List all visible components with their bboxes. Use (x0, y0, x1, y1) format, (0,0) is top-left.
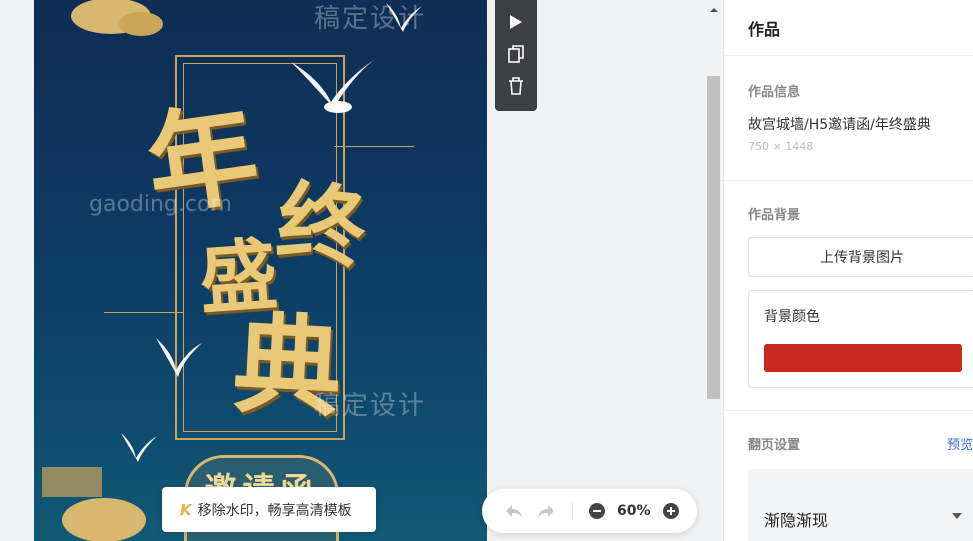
crane-icon (156, 338, 202, 377)
divider (572, 502, 573, 520)
play-icon (510, 15, 522, 29)
vertical-scrollbar[interactable] (707, 76, 720, 399)
trash-icon (509, 77, 523, 95)
zoom-level: 60% (617, 503, 651, 519)
minus-circle-icon (589, 503, 605, 519)
element-toolbar (495, 0, 537, 111)
remove-watermark-button[interactable]: K 移除水印，畅享高清模板 (162, 487, 376, 532)
upload-background-button[interactable]: 上传背景图片 (748, 237, 973, 277)
flip-effect-select[interactable]: 渐隐渐现 (748, 469, 973, 541)
gaoding-logo-icon: K (180, 500, 192, 519)
section-title: 翻页设置 (748, 438, 801, 453)
panel-title: 作品 (724, 0, 973, 56)
cloud-decoration-icon (71, 0, 163, 36)
background-color-label: 背景颜色 (764, 309, 820, 325)
remove-watermark-label: 移除水印，畅享高清模板 (197, 502, 352, 519)
properties-panel: 作品 作品信息 故宫城墙/H5邀请函/年终盛典 750 × 1448 作品背景 … (723, 0, 973, 541)
play-button[interactable] (501, 6, 531, 38)
delete-button[interactable] (501, 70, 531, 102)
work-info-section: 作品信息 故宫城墙/H5邀请函/年终盛典 750 × 1448 (724, 56, 973, 181)
work-name: 故宫城墙/H5邀请函/年终盛典 (748, 117, 931, 133)
zoom-in-button[interactable] (662, 503, 679, 519)
section-title: 作品背景 (748, 208, 801, 223)
background-color-box: 背景颜色 (748, 290, 973, 388)
copy-icon (508, 45, 524, 63)
caret-down-icon (952, 513, 962, 519)
crane-icon (121, 433, 157, 462)
invitation-poster[interactable]: 年 终 盛 典 邀请函 稿定设计 gaoding.com 稿定设计 (34, 0, 487, 541)
canvas-workspace: 年 终 盛 典 邀请函 稿定设计 gaoding.com 稿定设计 (0, 0, 723, 541)
gold-line (334, 146, 414, 147)
background-color-swatch[interactable] (764, 344, 962, 372)
zoom-toolbar: 60% (482, 489, 697, 533)
undo-icon (506, 505, 522, 518)
copy-button[interactable] (501, 38, 531, 70)
cloud-decoration-icon (42, 467, 146, 541)
watermark: gaoding.com (89, 192, 232, 217)
flip-effect-value: 渐隐渐现 (764, 511, 829, 530)
watermark: 稿定设计 (314, 4, 427, 34)
watermark: 稿定设计 (314, 391, 427, 421)
crane-icon (291, 60, 374, 113)
title-char-2: 终 (272, 168, 371, 282)
plus-circle-icon (662, 503, 679, 519)
redo-button[interactable] (536, 503, 556, 519)
preview-link[interactable]: 预览 (947, 434, 973, 453)
zoom-out-button[interactable] (589, 503, 605, 519)
undo-button[interactable] (504, 503, 524, 519)
section-title: 作品信息 (748, 85, 801, 100)
redo-icon (538, 505, 554, 518)
scroll-up-arrow-icon[interactable] (708, 4, 720, 16)
page-flip-section: 翻页设置 预览 渐隐渐现 (724, 411, 973, 541)
gold-line (104, 312, 184, 313)
work-size: 750 × 1448 (748, 140, 814, 153)
work-background-section: 作品背景 上传背景图片 背景颜色 (724, 181, 973, 411)
